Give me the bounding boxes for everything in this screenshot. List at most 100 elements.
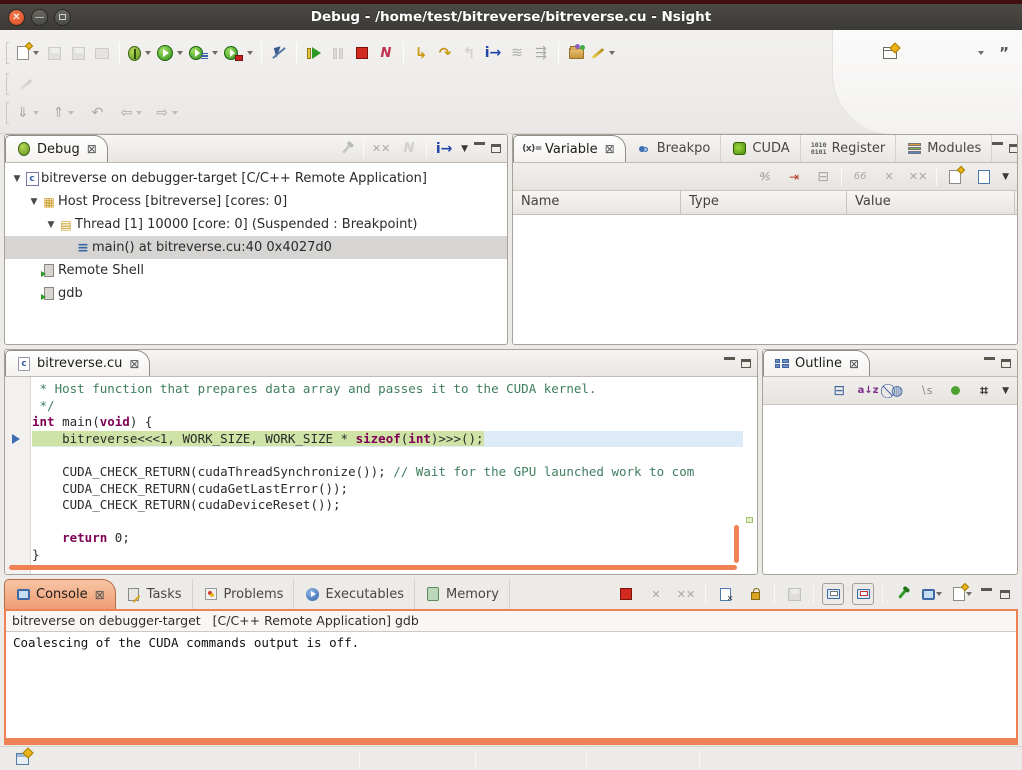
column-header-name[interactable]: Name	[513, 191, 681, 214]
step-into-button[interactable]: ↳	[409, 40, 433, 66]
tab-variable[interactable]: (x)=Variable⊠	[513, 135, 626, 162]
show-on-stderr-toggle[interactable]	[852, 583, 874, 605]
code-line[interactable]: * Host function that prepares data array…	[32, 381, 743, 398]
back-button[interactable]: ⇦	[117, 100, 145, 126]
open-console-dropdown[interactable]	[966, 592, 972, 596]
code-line[interactable]	[32, 447, 743, 464]
use-step-filters-button[interactable]: ≋	[505, 40, 529, 66]
code-line[interactable]	[32, 514, 743, 531]
outline-minimize-icon[interactable]	[984, 357, 995, 366]
next-annotation-dropdown[interactable]	[33, 111, 39, 115]
back-dropdown[interactable]	[136, 111, 142, 115]
code-line[interactable]: bitreverse<<<1, WORK_SIZE, WORK_SIZE * s…	[32, 431, 743, 448]
debug-tree-item[interactable]: gdb	[5, 282, 507, 305]
tab-problems[interactable]: Problems	[193, 579, 295, 609]
forward-button[interactable]: ⇨	[153, 100, 181, 126]
outline-view-menu[interactable]: ▼	[1002, 386, 1009, 396]
disconnect-button[interactable]: N	[374, 40, 398, 66]
code-line[interactable]: CUDA_CHECK_RETURN(cudaThreadSynchronize(…	[32, 464, 743, 481]
external-tools-button[interactable]	[221, 40, 256, 66]
tab-breakpo[interactable]: Breakpo	[626, 135, 722, 162]
drop-to-frame-button[interactable]: ⇶	[529, 40, 553, 66]
toolbar-drag-handle[interactable]	[6, 42, 9, 64]
mark-occurrences-button[interactable]	[588, 40, 618, 66]
variables-minimize-icon[interactable]	[992, 142, 1003, 151]
code-line[interactable]: int main(void) {	[32, 414, 743, 431]
console-output[interactable]: Coalescing of the CUDA commands output i…	[6, 632, 1016, 653]
print-button[interactable]	[90, 40, 114, 66]
column-header-value[interactable]: Value	[847, 191, 1015, 214]
debug-tree-item[interactable]: ▼▤Thread [1] 10000 [core: 0] (Suspended …	[5, 213, 507, 236]
debug-tree-item[interactable]: ▼▦Host Process [bitreverse] [cores: 0]	[5, 190, 507, 213]
tab-executables[interactable]: Executables	[294, 579, 415, 609]
open-task-button[interactable]	[564, 40, 588, 66]
save-button[interactable]	[42, 40, 66, 66]
word-wrap-button[interactable]	[783, 583, 805, 605]
open-console-button[interactable]	[951, 583, 973, 605]
tab-close-icon[interactable]: ⊠	[95, 588, 105, 602]
console-remove-all-button[interactable]: ✕✕	[675, 583, 697, 605]
window-minimize-button[interactable]: —	[31, 9, 48, 26]
hide-static-button[interactable]: ∖s	[915, 380, 937, 402]
code-line[interactable]: CUDA_CHECK_RETURN(cudaGetLastError());	[32, 481, 743, 498]
debug-view-menu[interactable]: ▼	[461, 144, 468, 154]
collapse-all-button[interactable]: ⊟	[812, 166, 834, 188]
remove-selected-button[interactable]: ✕	[878, 166, 900, 188]
collapsed-toolbar-handle[interactable]: ”	[992, 40, 1016, 66]
outline-maximize-icon[interactable]	[1001, 359, 1011, 368]
new-wizard-button[interactable]	[14, 40, 42, 66]
console-minimize-icon[interactable]	[981, 588, 992, 597]
debug-pin-button[interactable]	[335, 138, 357, 160]
save-all-button[interactable]	[66, 40, 90, 66]
prev-annotation-button[interactable]: ⇑	[50, 100, 78, 126]
debug-launch-dropdown[interactable]	[145, 51, 151, 55]
tab-outline[interactable]: Outline ⊠	[763, 350, 870, 376]
step-over-button[interactable]: ↷	[433, 40, 457, 66]
window-maximize-button[interactable]	[54, 9, 71, 26]
run-history-button[interactable]	[186, 40, 221, 66]
editor-horizontal-scrollbar[interactable]	[9, 565, 737, 570]
hide-fields-button[interactable]: ⃠◍	[886, 380, 908, 402]
tab-debug[interactable]: Debug ⊠	[5, 135, 108, 162]
outline-body[interactable]	[763, 405, 1017, 548]
mark-occurrences-dropdown[interactable]	[609, 51, 615, 55]
outline-tab-close-icon[interactable]: ⊠	[849, 357, 859, 371]
scroll-lock-button[interactable]	[744, 583, 766, 605]
step-return-button[interactable]: ↰	[457, 40, 481, 66]
debug-instruction-stepping-toggle[interactable]: i→	[433, 138, 455, 160]
debug-tree-item[interactable]: Remote Shell	[5, 259, 507, 282]
editor-body[interactable]: * Host function that prepares data array…	[5, 377, 757, 575]
remove-terminated-button[interactable]: ✕✕	[370, 138, 392, 160]
highlight-button[interactable]	[14, 71, 38, 97]
display-console-dropdown[interactable]	[936, 592, 942, 596]
next-annotation-button[interactable]: ⇓	[14, 100, 42, 126]
add-watchpoint-button[interactable]: ⇥	[783, 166, 805, 188]
external-tools-dropdown[interactable]	[247, 51, 253, 55]
code-line[interactable]: }	[32, 547, 743, 564]
outline-collapse-all-button[interactable]: ⊟	[828, 380, 850, 402]
hide-inactive-button[interactable]: ⌗	[973, 380, 995, 402]
pointer-mode-button[interactable]	[267, 40, 291, 66]
open-perspective-button[interactable]	[878, 40, 902, 66]
toolbar-drag-handle2[interactable]	[6, 73, 9, 95]
console-remove-launch-button[interactable]: ✕	[645, 583, 667, 605]
console-terminate-button[interactable]	[615, 583, 637, 605]
last-edit-location-button[interactable]: ↶	[85, 100, 109, 126]
edit-view-button[interactable]	[973, 166, 995, 188]
tree-expander-icon[interactable]: ▼	[28, 197, 40, 207]
tab-editor-bitreverse[interactable]: c bitreverse.cu ⊠	[5, 350, 150, 376]
run-dropdown[interactable]	[177, 51, 183, 55]
tab-close-icon[interactable]: ⊠	[605, 142, 615, 156]
run-history-dropdown[interactable]	[212, 51, 218, 55]
code-line[interactable]: CUDA_CHECK_RETURN(cudaDeviceReset());	[32, 497, 743, 514]
clear-console-button[interactable]	[714, 583, 736, 605]
overview-ruler-mark[interactable]	[746, 517, 753, 523]
code-area[interactable]: * Host function that prepares data array…	[32, 381, 743, 564]
variables-view-menu[interactable]: ▼	[1002, 172, 1009, 182]
new-wizard-dropdown[interactable]	[33, 51, 39, 55]
editor-vertical-scrollbar[interactable]	[734, 525, 739, 563]
debug-tab-close-icon[interactable]: ⊠	[87, 142, 97, 156]
debug-tree-item[interactable]: ▼cbitreverse on debugger-target [C/C++ R…	[5, 167, 507, 190]
hide-non-public-button[interactable]	[944, 380, 966, 402]
prev-annotation-dropdown[interactable]	[68, 111, 74, 115]
